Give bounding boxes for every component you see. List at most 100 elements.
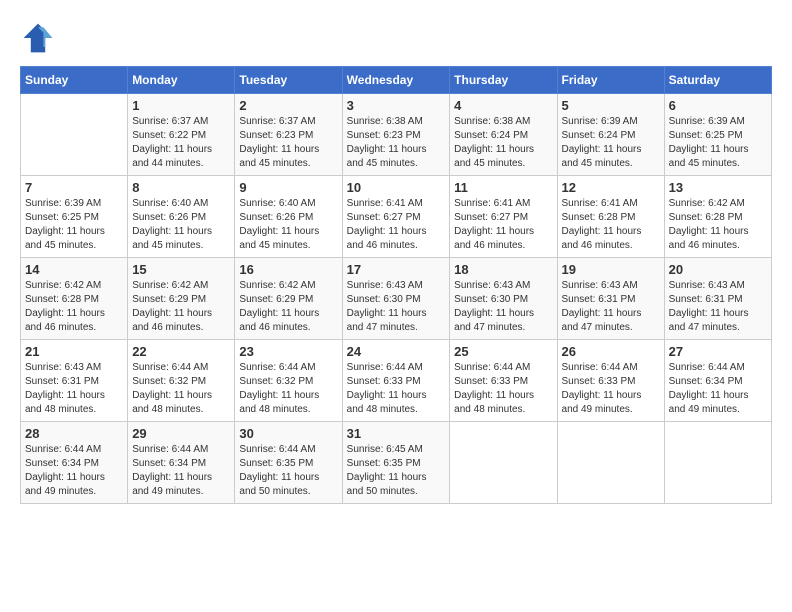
day-info: Sunrise: 6:45 AMSunset: 6:35 PMDaylight:… — [347, 443, 446, 499]
day-number: 15 — [132, 262, 230, 277]
logo-icon — [20, 20, 56, 56]
day-number: 2 — [239, 98, 337, 113]
calendar-day-cell: 8 Sunrise: 6:40 AMSunset: 6:26 PMDayligh… — [128, 176, 235, 258]
calendar-day-cell — [450, 422, 557, 504]
calendar-day-cell: 4 Sunrise: 6:38 AMSunset: 6:24 PMDayligh… — [450, 94, 557, 176]
header-day: Tuesday — [235, 67, 342, 94]
day-number: 17 — [347, 262, 446, 277]
calendar-day-cell: 12 Sunrise: 6:41 AMSunset: 6:28 PMDaylig… — [557, 176, 664, 258]
calendar-day-cell: 14 Sunrise: 6:42 AMSunset: 6:28 PMDaylig… — [21, 258, 128, 340]
day-number: 26 — [562, 344, 660, 359]
day-number: 11 — [454, 180, 552, 195]
day-info: Sunrise: 6:44 AMSunset: 6:35 PMDaylight:… — [239, 443, 337, 499]
day-number: 20 — [669, 262, 767, 277]
day-number: 16 — [239, 262, 337, 277]
calendar-day-cell: 25 Sunrise: 6:44 AMSunset: 6:33 PMDaylig… — [450, 340, 557, 422]
day-number: 10 — [347, 180, 446, 195]
calendar-week-row: 1 Sunrise: 6:37 AMSunset: 6:22 PMDayligh… — [21, 94, 772, 176]
header-day: Friday — [557, 67, 664, 94]
day-number: 24 — [347, 344, 446, 359]
day-number: 23 — [239, 344, 337, 359]
calendar-day-cell: 31 Sunrise: 6:45 AMSunset: 6:35 PMDaylig… — [342, 422, 450, 504]
day-info: Sunrise: 6:43 AMSunset: 6:30 PMDaylight:… — [454, 279, 552, 335]
calendar-day-cell: 15 Sunrise: 6:42 AMSunset: 6:29 PMDaylig… — [128, 258, 235, 340]
calendar-day-cell: 23 Sunrise: 6:44 AMSunset: 6:32 PMDaylig… — [235, 340, 342, 422]
day-info: Sunrise: 6:43 AMSunset: 6:31 PMDaylight:… — [25, 361, 123, 417]
page-header — [20, 20, 772, 56]
day-info: Sunrise: 6:44 AMSunset: 6:34 PMDaylight:… — [25, 443, 123, 499]
day-number: 12 — [562, 180, 660, 195]
day-number: 27 — [669, 344, 767, 359]
calendar-day-cell: 22 Sunrise: 6:44 AMSunset: 6:32 PMDaylig… — [128, 340, 235, 422]
calendar-day-cell: 6 Sunrise: 6:39 AMSunset: 6:25 PMDayligh… — [664, 94, 771, 176]
day-info: Sunrise: 6:39 AMSunset: 6:25 PMDaylight:… — [25, 197, 123, 253]
calendar-day-cell — [21, 94, 128, 176]
calendar-day-cell: 11 Sunrise: 6:41 AMSunset: 6:27 PMDaylig… — [450, 176, 557, 258]
day-info: Sunrise: 6:40 AMSunset: 6:26 PMDaylight:… — [132, 197, 230, 253]
header-day: Thursday — [450, 67, 557, 94]
header-day: Wednesday — [342, 67, 450, 94]
day-number: 5 — [562, 98, 660, 113]
calendar-day-cell: 5 Sunrise: 6:39 AMSunset: 6:24 PMDayligh… — [557, 94, 664, 176]
day-number: 30 — [239, 426, 337, 441]
day-info: Sunrise: 6:38 AMSunset: 6:23 PMDaylight:… — [347, 115, 446, 171]
day-number: 13 — [669, 180, 767, 195]
day-info: Sunrise: 6:41 AMSunset: 6:28 PMDaylight:… — [562, 197, 660, 253]
day-number: 9 — [239, 180, 337, 195]
day-info: Sunrise: 6:44 AMSunset: 6:32 PMDaylight:… — [132, 361, 230, 417]
calendar-day-cell: 13 Sunrise: 6:42 AMSunset: 6:28 PMDaylig… — [664, 176, 771, 258]
calendar-day-cell: 3 Sunrise: 6:38 AMSunset: 6:23 PMDayligh… — [342, 94, 450, 176]
calendar-day-cell: 19 Sunrise: 6:43 AMSunset: 6:31 PMDaylig… — [557, 258, 664, 340]
calendar-day-cell: 10 Sunrise: 6:41 AMSunset: 6:27 PMDaylig… — [342, 176, 450, 258]
header-day: Sunday — [21, 67, 128, 94]
day-info: Sunrise: 6:43 AMSunset: 6:31 PMDaylight:… — [562, 279, 660, 335]
calendar-day-cell: 1 Sunrise: 6:37 AMSunset: 6:22 PMDayligh… — [128, 94, 235, 176]
calendar-table: SundayMondayTuesdayWednesdayThursdayFrid… — [20, 66, 772, 504]
day-info: Sunrise: 6:37 AMSunset: 6:23 PMDaylight:… — [239, 115, 337, 171]
day-info: Sunrise: 6:43 AMSunset: 6:30 PMDaylight:… — [347, 279, 446, 335]
calendar-day-cell: 9 Sunrise: 6:40 AMSunset: 6:26 PMDayligh… — [235, 176, 342, 258]
calendar-day-cell: 30 Sunrise: 6:44 AMSunset: 6:35 PMDaylig… — [235, 422, 342, 504]
calendar-day-cell — [664, 422, 771, 504]
day-info: Sunrise: 6:44 AMSunset: 6:34 PMDaylight:… — [132, 443, 230, 499]
day-info: Sunrise: 6:39 AMSunset: 6:24 PMDaylight:… — [562, 115, 660, 171]
day-number: 21 — [25, 344, 123, 359]
calendar-day-cell: 29 Sunrise: 6:44 AMSunset: 6:34 PMDaylig… — [128, 422, 235, 504]
day-info: Sunrise: 6:44 AMSunset: 6:34 PMDaylight:… — [669, 361, 767, 417]
day-number: 6 — [669, 98, 767, 113]
calendar-day-cell: 17 Sunrise: 6:43 AMSunset: 6:30 PMDaylig… — [342, 258, 450, 340]
logo — [20, 20, 60, 56]
day-number: 4 — [454, 98, 552, 113]
header-day: Saturday — [664, 67, 771, 94]
day-info: Sunrise: 6:44 AMSunset: 6:33 PMDaylight:… — [562, 361, 660, 417]
day-info: Sunrise: 6:44 AMSunset: 6:33 PMDaylight:… — [454, 361, 552, 417]
calendar-week-row: 21 Sunrise: 6:43 AMSunset: 6:31 PMDaylig… — [21, 340, 772, 422]
day-info: Sunrise: 6:38 AMSunset: 6:24 PMDaylight:… — [454, 115, 552, 171]
calendar-day-cell: 21 Sunrise: 6:43 AMSunset: 6:31 PMDaylig… — [21, 340, 128, 422]
day-number: 25 — [454, 344, 552, 359]
day-info: Sunrise: 6:43 AMSunset: 6:31 PMDaylight:… — [669, 279, 767, 335]
day-info: Sunrise: 6:42 AMSunset: 6:29 PMDaylight:… — [132, 279, 230, 335]
day-number: 7 — [25, 180, 123, 195]
day-info: Sunrise: 6:44 AMSunset: 6:32 PMDaylight:… — [239, 361, 337, 417]
calendar-week-row: 28 Sunrise: 6:44 AMSunset: 6:34 PMDaylig… — [21, 422, 772, 504]
day-number: 3 — [347, 98, 446, 113]
header-day: Monday — [128, 67, 235, 94]
day-number: 22 — [132, 344, 230, 359]
day-info: Sunrise: 6:42 AMSunset: 6:28 PMDaylight:… — [25, 279, 123, 335]
day-info: Sunrise: 6:41 AMSunset: 6:27 PMDaylight:… — [347, 197, 446, 253]
calendar-week-row: 7 Sunrise: 6:39 AMSunset: 6:25 PMDayligh… — [21, 176, 772, 258]
header-row: SundayMondayTuesdayWednesdayThursdayFrid… — [21, 67, 772, 94]
calendar-day-cell: 16 Sunrise: 6:42 AMSunset: 6:29 PMDaylig… — [235, 258, 342, 340]
day-info: Sunrise: 6:41 AMSunset: 6:27 PMDaylight:… — [454, 197, 552, 253]
calendar-day-cell: 20 Sunrise: 6:43 AMSunset: 6:31 PMDaylig… — [664, 258, 771, 340]
calendar-day-cell: 28 Sunrise: 6:44 AMSunset: 6:34 PMDaylig… — [21, 422, 128, 504]
calendar-day-cell — [557, 422, 664, 504]
calendar-day-cell: 18 Sunrise: 6:43 AMSunset: 6:30 PMDaylig… — [450, 258, 557, 340]
calendar-day-cell: 26 Sunrise: 6:44 AMSunset: 6:33 PMDaylig… — [557, 340, 664, 422]
calendar-day-cell: 24 Sunrise: 6:44 AMSunset: 6:33 PMDaylig… — [342, 340, 450, 422]
day-number: 18 — [454, 262, 552, 277]
day-number: 8 — [132, 180, 230, 195]
day-number: 29 — [132, 426, 230, 441]
day-info: Sunrise: 6:42 AMSunset: 6:28 PMDaylight:… — [669, 197, 767, 253]
